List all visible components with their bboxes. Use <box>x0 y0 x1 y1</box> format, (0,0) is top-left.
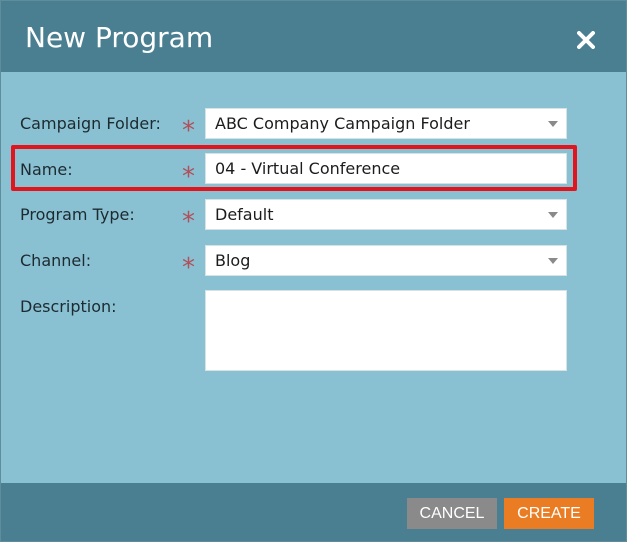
program-type-select[interactable]: Default <box>205 199 567 230</box>
channel-label: Channel: <box>20 251 92 270</box>
create-button[interactable]: CREATE <box>504 498 594 529</box>
channel-select[interactable]: Blog <box>205 245 567 276</box>
name-label: Name: <box>20 160 73 179</box>
campaign-folder-value: ABC Company Campaign Folder <box>215 114 470 133</box>
close-icon <box>577 31 595 49</box>
required-asterisk: * <box>182 162 195 192</box>
campaign-folder-label: Campaign Folder: <box>20 114 161 133</box>
name-input[interactable]: 04 - Virtual Conference <box>205 153 567 184</box>
channel-value: Blog <box>215 251 251 270</box>
name-value: 04 - Virtual Conference <box>215 159 401 178</box>
required-asterisk: * <box>182 253 195 283</box>
cancel-button[interactable]: CANCEL <box>407 498 497 529</box>
dialog-title: New Program <box>25 21 214 54</box>
program-type-value: Default <box>215 205 274 224</box>
dialog-title-bar: New Program <box>1 1 626 72</box>
description-textarea[interactable] <box>205 290 567 371</box>
required-asterisk: * <box>182 207 195 237</box>
description-label: Description: <box>20 297 117 316</box>
new-program-dialog: New Program Campaign Folder: * ABC Compa… <box>0 0 627 542</box>
close-button[interactable] <box>571 25 601 55</box>
chevron-down-icon <box>548 258 558 264</box>
chevron-down-icon <box>548 121 558 127</box>
program-type-label: Program Type: <box>20 205 135 224</box>
campaign-folder-select[interactable]: ABC Company Campaign Folder <box>205 108 567 139</box>
chevron-down-icon <box>548 212 558 218</box>
required-asterisk: * <box>182 116 195 146</box>
